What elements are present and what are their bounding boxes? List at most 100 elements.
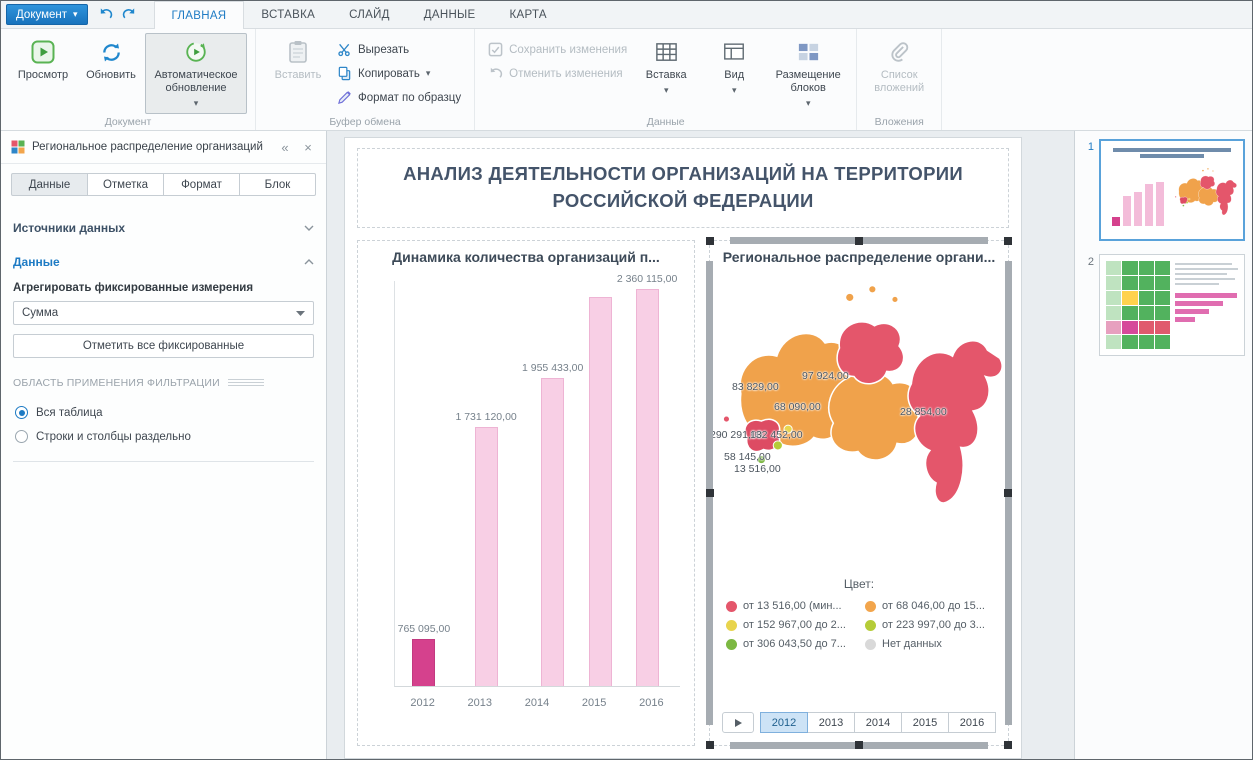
- legend-item: от 68 046,00 до 15...: [865, 600, 1000, 612]
- resize-handle[interactable]: [706, 237, 714, 245]
- panel-tab-blok[interactable]: Блок: [240, 173, 316, 196]
- legend-color-dot: [865, 620, 876, 631]
- tab-label: КАРТА: [510, 9, 547, 21]
- slide-thumbnails-panel: 1 2: [1074, 131, 1252, 759]
- panel-tab-dannye[interactable]: Данные: [11, 173, 88, 196]
- clipboard-icon: [285, 38, 311, 66]
- save-changes-button[interactable]: Сохранить изменения: [483, 40, 632, 59]
- panel-tab-format[interactable]: Формат: [164, 173, 240, 196]
- block-layout-button[interactable]: Размещение блоков ▾: [768, 33, 848, 114]
- legend-label: Нет данных: [882, 638, 942, 650]
- panel-tab-label: Данные: [29, 179, 71, 191]
- redo-button[interactable]: [118, 1, 142, 28]
- tab-glavnaya[interactable]: ГЛАВНАЯ: [154, 1, 245, 29]
- bar-category-label: 2013: [457, 697, 503, 709]
- bar[interactable]: [412, 639, 435, 686]
- tab-dannye[interactable]: ДАННЫЕ: [407, 1, 493, 28]
- legend-label: от 152 967,00 до 2...: [743, 619, 846, 631]
- year-button-2016[interactable]: 2016: [948, 712, 996, 733]
- tab-vstavka[interactable]: ВСТАВКА: [244, 1, 332, 28]
- year-button-2013[interactable]: 2013: [807, 712, 855, 733]
- legend-color-dot: [865, 639, 876, 650]
- preview-button[interactable]: Просмотр: [9, 33, 77, 91]
- slide-title-block[interactable]: АНАЛИЗ ДЕЯТЕЛЬНОСТИ ОРГАНИЗАЦИЙ НА ТЕРРИ…: [357, 148, 1009, 228]
- editor-canvas[interactable]: АНАЛИЗ ДЕЯТЕЛЬНОСТИ ОРГАНИЗАЦИЙ НА ТЕРРИ…: [327, 131, 1074, 759]
- panel-tab-bar: Данные Отметка Формат Блок: [11, 173, 316, 196]
- refresh-icon: [99, 38, 124, 66]
- tab-label: ДАННЫЕ: [424, 9, 476, 21]
- section-data[interactable]: Данные: [1, 244, 326, 278]
- bar-chart-block[interactable]: Динамика количества организаций п... 765…: [357, 240, 695, 746]
- resize-handle[interactable]: [706, 741, 714, 749]
- bar[interactable]: [475, 427, 498, 686]
- radio-button-checked[interactable]: [15, 406, 28, 419]
- bar-column: [589, 281, 612, 686]
- section-data-sources[interactable]: Источники данных: [1, 210, 326, 244]
- resize-handle[interactable]: [855, 237, 863, 245]
- block-layout-label: Размещение блоков: [771, 69, 845, 95]
- undo-button[interactable]: [94, 1, 118, 28]
- tab-slaid[interactable]: СЛАЙД: [332, 1, 407, 28]
- radio-button-unchecked[interactable]: [15, 430, 28, 443]
- cut-button[interactable]: Вырезать: [332, 40, 466, 59]
- thumb-mini-bars: [1106, 164, 1172, 226]
- bar[interactable]: [636, 289, 659, 686]
- auto-refresh-button[interactable]: Автоматическое обновление ▾: [145, 33, 247, 114]
- insert-button[interactable]: Вставка ▾: [632, 33, 700, 101]
- chevron-down-icon: [296, 311, 305, 316]
- attachments-button[interactable]: Список вложений: [865, 33, 933, 100]
- play-button[interactable]: [722, 712, 754, 733]
- bar-value-label: 2 360 115,00: [617, 273, 678, 286]
- map-data-label: 13 516,00: [734, 463, 781, 475]
- slide-title-text: АНАЛИЗ ДЕЯТЕЛЬНОСТИ ОРГАНИЗАЦИЙ НА ТЕРРИ…: [378, 161, 988, 215]
- map-area[interactable]: 83 829,0097 924,0068 090,0028 854,00290 …: [710, 267, 1008, 563]
- resize-handle[interactable]: [1004, 741, 1012, 749]
- bar[interactable]: [589, 297, 612, 686]
- refresh-label: Обновить: [86, 69, 136, 82]
- bar[interactable]: [541, 378, 564, 686]
- bar-column: 1 955 433,00: [522, 362, 583, 686]
- group-label-attachments: Вложения: [857, 116, 941, 128]
- year-button-2014[interactable]: 2014: [854, 712, 902, 733]
- thumb-mini-table: [1106, 261, 1170, 349]
- resize-handle[interactable]: [706, 489, 714, 497]
- view-button[interactable]: Вид ▾: [700, 33, 768, 101]
- legend-title: Цвет:: [710, 577, 1008, 591]
- aggregate-select[interactable]: Сумма: [13, 301, 314, 325]
- map-data-label: 28 854,00: [900, 406, 947, 418]
- clipboard-small-buttons: Вырезать Копировать ▾ Формат по образцу: [332, 33, 466, 107]
- radio-rows-columns[interactable]: Строки и столбцы раздельно: [15, 430, 312, 443]
- map-block-selected[interactable]: Региональное распределение органи... 83 …: [709, 240, 1009, 746]
- year-button-2015[interactable]: 2015: [901, 712, 949, 733]
- thumb-body: [1106, 164, 1238, 228]
- slide-thumbnail-2[interactable]: [1099, 254, 1245, 356]
- mark-all-fixed-button[interactable]: Отметить все фиксированные: [13, 334, 314, 358]
- paste-button[interactable]: Вставить: [264, 33, 332, 91]
- legend-label: от 306 043,50 до 7...: [743, 638, 846, 650]
- save-changes-label: Сохранить изменения: [509, 44, 627, 56]
- undo-changes-icon: [488, 66, 503, 81]
- radio-whole-table[interactable]: Вся таблица: [15, 406, 312, 419]
- panel-tab-otmetka[interactable]: Отметка: [88, 173, 164, 196]
- tab-karta[interactable]: КАРТА: [493, 1, 564, 28]
- format-painter-button[interactable]: Формат по образцу: [332, 88, 466, 107]
- collapse-panel-icon[interactable]: «: [277, 140, 293, 155]
- document-menu-button[interactable]: Документ ▾: [6, 4, 88, 25]
- slide[interactable]: АНАЛИЗ ДЕЯТЕЛЬНОСТИ ОРГАНИЗАЦИЙ НА ТЕРРИ…: [344, 137, 1022, 759]
- format-painter-icon: [337, 90, 352, 105]
- cancel-changes-button[interactable]: Отменить изменения: [483, 64, 632, 83]
- slide-thumbnail-1[interactable]: [1099, 139, 1245, 241]
- close-panel-icon[interactable]: ×: [300, 140, 316, 155]
- resize-handle[interactable]: [1004, 489, 1012, 497]
- map-data-label: 58 145,00: [724, 451, 771, 463]
- ribbon-group-clipboard: Вставить Вырезать Копировать ▾ Формат по…: [256, 29, 475, 130]
- refresh-button[interactable]: Обновить: [77, 33, 145, 91]
- copy-button[interactable]: Копировать ▾: [332, 64, 466, 83]
- resize-handle[interactable]: [855, 741, 863, 749]
- resize-handle[interactable]: [1004, 237, 1012, 245]
- map-data-label: 83 829,00: [732, 381, 779, 393]
- filter-scope-heading: ОБЛАСТЬ ПРИМЕНЕНИЯ ФИЛЬТРАЦИИ: [13, 377, 314, 389]
- bar-value-label: 1 731 120,00: [455, 411, 516, 424]
- year-button-2012[interactable]: 2012: [760, 712, 808, 733]
- legend-color-dot: [726, 639, 737, 650]
